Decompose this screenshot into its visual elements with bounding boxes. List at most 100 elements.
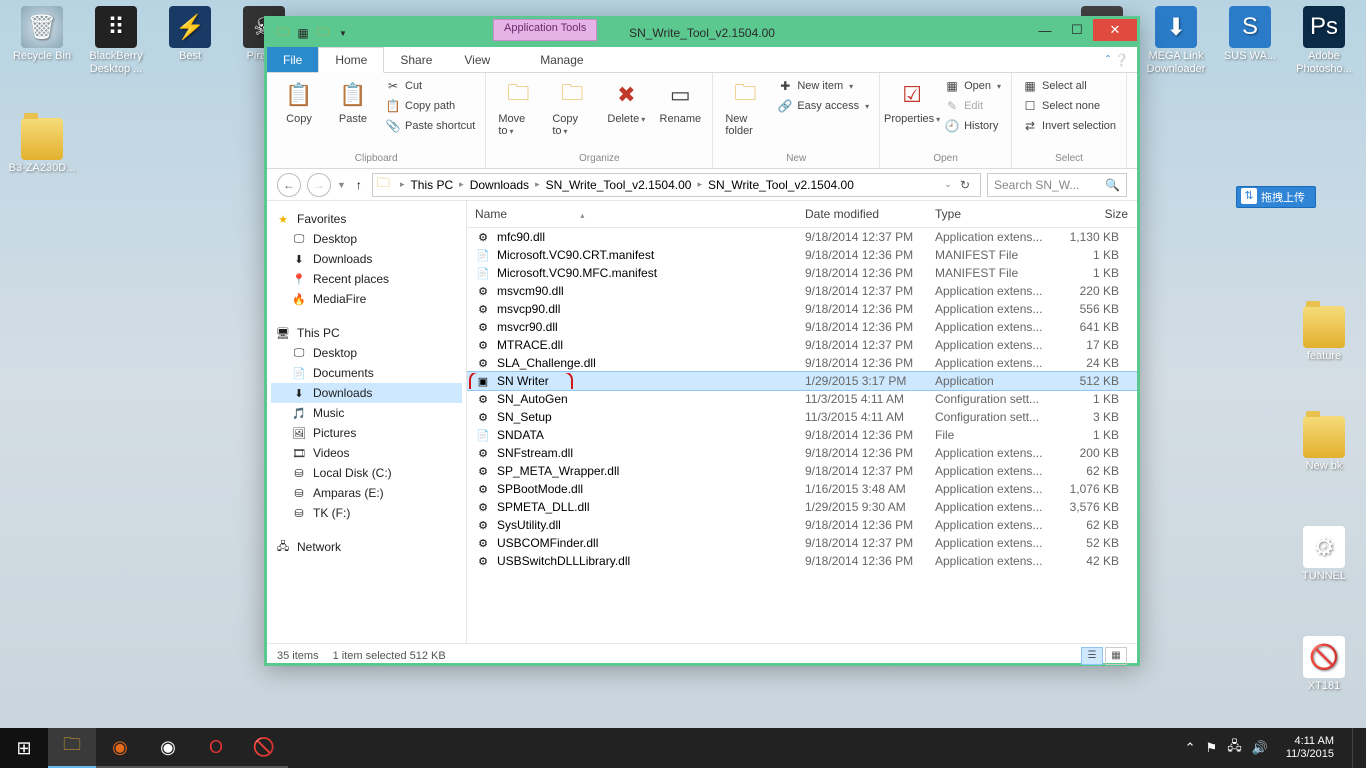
nav-item-tk-f-[interactable]: ⛁TK (F:): [271, 503, 462, 523]
qat-newfolder-icon[interactable]: 🗀: [315, 25, 331, 41]
nav-item-desktop[interactable]: 🖵Desktop: [271, 343, 462, 363]
desktop-sus[interactable]: SSUS WA...: [1214, 6, 1286, 63]
upload-badge[interactable]: 拖拽上传: [1236, 186, 1316, 208]
maximize-button[interactable]: ☐: [1061, 19, 1093, 41]
select-none-button[interactable]: ☐Select none: [1020, 97, 1118, 115]
file-row[interactable]: ⚙SN_Setup11/3/2015 4:11 AMConfiguration …: [467, 408, 1137, 426]
address-bar[interactable]: 🗀 ▸ This PC▸ Downloads▸ SN_Write_Tool_v2…: [372, 173, 981, 197]
properties-button[interactable]: ☑Properties▾: [888, 77, 936, 127]
file-list[interactable]: ⚙mfc90.dll9/18/2014 12:37 PMApplication …: [467, 228, 1137, 643]
task-firefox[interactable]: ◉: [96, 728, 144, 768]
nav-item-videos[interactable]: 🎞Videos: [271, 443, 462, 463]
cut-button[interactable]: ✂Cut: [383, 77, 477, 95]
col-name[interactable]: Name ▴: [467, 201, 797, 227]
nav-item-desktop[interactable]: 🖵Desktop: [271, 229, 462, 249]
desktop-newbk[interactable]: New bk: [1288, 416, 1360, 473]
nav-item-local-disk-c-[interactable]: ⛁Local Disk (C:): [271, 463, 462, 483]
nav-favorites[interactable]: ★Favorites: [271, 211, 462, 227]
nav-item-documents[interactable]: 📄Documents: [271, 363, 462, 383]
paste-button[interactable]: 📋Paste: [329, 77, 377, 127]
refresh-button[interactable]: ↻: [954, 178, 976, 192]
minimize-button[interactable]: —: [1029, 19, 1061, 41]
desktop-mega[interactable]: ⬇MEGA Link Downloader: [1140, 6, 1212, 76]
start-button[interactable]: ⊞: [0, 728, 48, 768]
file-row[interactable]: ▣SN Writer1/29/2015 3:17 PMApplication51…: [467, 372, 1137, 390]
open-button[interactable]: ▦Open▾: [942, 77, 1003, 95]
crumb-downloads[interactable]: Downloads: [470, 178, 529, 192]
recent-dropdown-icon[interactable]: ▼: [337, 180, 346, 190]
copy-button[interactable]: 📋Copy: [275, 77, 323, 127]
file-row[interactable]: ⚙SP_META_Wrapper.dll9/18/2014 12:37 PMAp…: [467, 462, 1137, 480]
view-details-button[interactable]: ☰: [1081, 647, 1103, 665]
crumb-this-pc[interactable]: This PC: [410, 178, 453, 192]
back-button[interactable]: ←: [277, 173, 301, 197]
paste-shortcut-button[interactable]: 📎Paste shortcut: [383, 117, 477, 135]
close-button[interactable]: ✕: [1093, 19, 1137, 41]
file-row[interactable]: ⚙USBCOMFinder.dll9/18/2014 12:37 PMAppli…: [467, 534, 1137, 552]
col-date[interactable]: Date modified: [797, 201, 927, 227]
col-size[interactable]: Size: [1057, 201, 1137, 227]
tray-up-icon[interactable]: ⌃: [1185, 740, 1196, 756]
invert-selection-button[interactable]: ⇄Invert selection: [1020, 117, 1118, 135]
file-row[interactable]: ⚙SLA_Challenge.dll9/18/2014 12:36 PMAppl…: [467, 354, 1137, 372]
task-explorer[interactable]: 🗀: [48, 728, 96, 768]
tray-network-icon[interactable]: 🖧: [1227, 737, 1242, 759]
rename-button[interactable]: ▭Rename: [656, 77, 704, 127]
file-row[interactable]: 📄SNDATA9/18/2014 12:36 PMFile1 KB: [467, 426, 1137, 444]
desktop-tunnel[interactable]: ⚙TUNNEL: [1288, 526, 1360, 583]
view-large-button[interactable]: ▦: [1105, 647, 1127, 665]
nav-item-music[interactable]: 🎵Music: [271, 403, 462, 423]
desktop-recycle-bin[interactable]: 🗑Recycle Bin: [6, 6, 78, 63]
desktop-blackberry[interactable]: ⠿BlackBerry Desktop ...: [80, 6, 152, 76]
crumb-folder2[interactable]: SN_Write_Tool_v2.1504.00: [708, 178, 854, 192]
file-row[interactable]: ⚙SysUtility.dll9/18/2014 12:36 PMApplica…: [467, 516, 1137, 534]
delete-button[interactable]: ✖Delete▾: [602, 77, 650, 127]
file-row[interactable]: ⚙SPBootMode.dll1/16/2015 3:48 AMApplicat…: [467, 480, 1137, 498]
nav-this-pc[interactable]: 🖥This PC: [271, 325, 462, 341]
qat-props-icon[interactable]: ▦: [295, 25, 311, 41]
show-desktop-button[interactable]: [1352, 728, 1360, 768]
nav-item-downloads[interactable]: ⬇Downloads: [271, 383, 462, 403]
new-item-button[interactable]: ✚New item▾: [775, 77, 871, 95]
addr-dropdown-icon[interactable]: ⌄: [944, 179, 952, 190]
file-row[interactable]: ⚙msvcp90.dll9/18/2014 12:36 PMApplicatio…: [467, 300, 1137, 318]
file-row[interactable]: ⚙msvcr90.dll9/18/2014 12:36 PMApplicatio…: [467, 318, 1137, 336]
desktop-photoshop[interactable]: PsAdobe Photosho...: [1288, 6, 1360, 76]
history-button[interactable]: 🕘History: [942, 117, 1003, 135]
file-row[interactable]: ⚙SN_AutoGen11/3/2015 4:11 AMConfiguratio…: [467, 390, 1137, 408]
nav-network[interactable]: 🖧Network: [271, 539, 462, 555]
desktop-feature[interactable]: feature: [1288, 306, 1360, 363]
file-row[interactable]: ⚙SPMETA_DLL.dll1/29/2015 9:30 AMApplicat…: [467, 498, 1137, 516]
copy-to-button[interactable]: 🗀Copy to▾: [548, 77, 596, 139]
tab-view[interactable]: View: [448, 47, 506, 72]
tab-home[interactable]: Home: [318, 47, 384, 73]
titlebar[interactable]: 🗀 ▦ 🗀 ▼ Application Tools SN_Write_Tool_…: [267, 19, 1137, 47]
forward-button[interactable]: →: [307, 173, 331, 197]
search-input[interactable]: Search SN_W...🔍: [987, 173, 1127, 197]
file-row[interactable]: 📄Microsoft.VC90.CRT.manifest9/18/2014 12…: [467, 246, 1137, 264]
context-tab-application-tools[interactable]: Application Tools: [493, 19, 597, 41]
easy-access-button[interactable]: 🔗Easy access▾: [775, 97, 871, 115]
tray-volume-icon[interactable]: 🔊: [1252, 740, 1268, 756]
desktop-xt181[interactable]: 🚫XT181: [1288, 636, 1360, 693]
new-folder-button[interactable]: 🗀New folder: [721, 77, 769, 139]
tab-manage[interactable]: Manage: [524, 47, 599, 72]
nav-item-amparas-e-[interactable]: ⛁Amparas (E:): [271, 483, 462, 503]
tab-file[interactable]: File: [267, 47, 318, 72]
crumb-folder1[interactable]: SN_Write_Tool_v2.1504.00: [546, 178, 692, 192]
edit-button[interactable]: ✎Edit: [942, 97, 1003, 115]
up-button[interactable]: ↑: [352, 178, 366, 192]
col-type[interactable]: Type: [927, 201, 1057, 227]
file-row[interactable]: ⚙msvcm90.dll9/18/2014 12:37 PMApplicatio…: [467, 282, 1137, 300]
task-chrome[interactable]: ◉: [144, 728, 192, 768]
collapse-ribbon-icon[interactable]: ˆ: [1106, 53, 1110, 67]
copy-path-button[interactable]: 📋Copy path: [383, 97, 477, 115]
task-opera[interactable]: O: [192, 728, 240, 768]
file-row[interactable]: ⚙SNFstream.dll9/18/2014 12:36 PMApplicat…: [467, 444, 1137, 462]
tab-share[interactable]: Share: [384, 47, 448, 72]
qat-dropdown-icon[interactable]: ▼: [335, 25, 351, 41]
desktop-best[interactable]: ⚡Best: [154, 6, 226, 63]
desktop-folder-b3[interactable]: B3-ZA230D...: [6, 118, 78, 175]
select-all-button[interactable]: ▦Select all: [1020, 77, 1118, 95]
nav-item-pictures[interactable]: 🖼Pictures: [271, 423, 462, 443]
